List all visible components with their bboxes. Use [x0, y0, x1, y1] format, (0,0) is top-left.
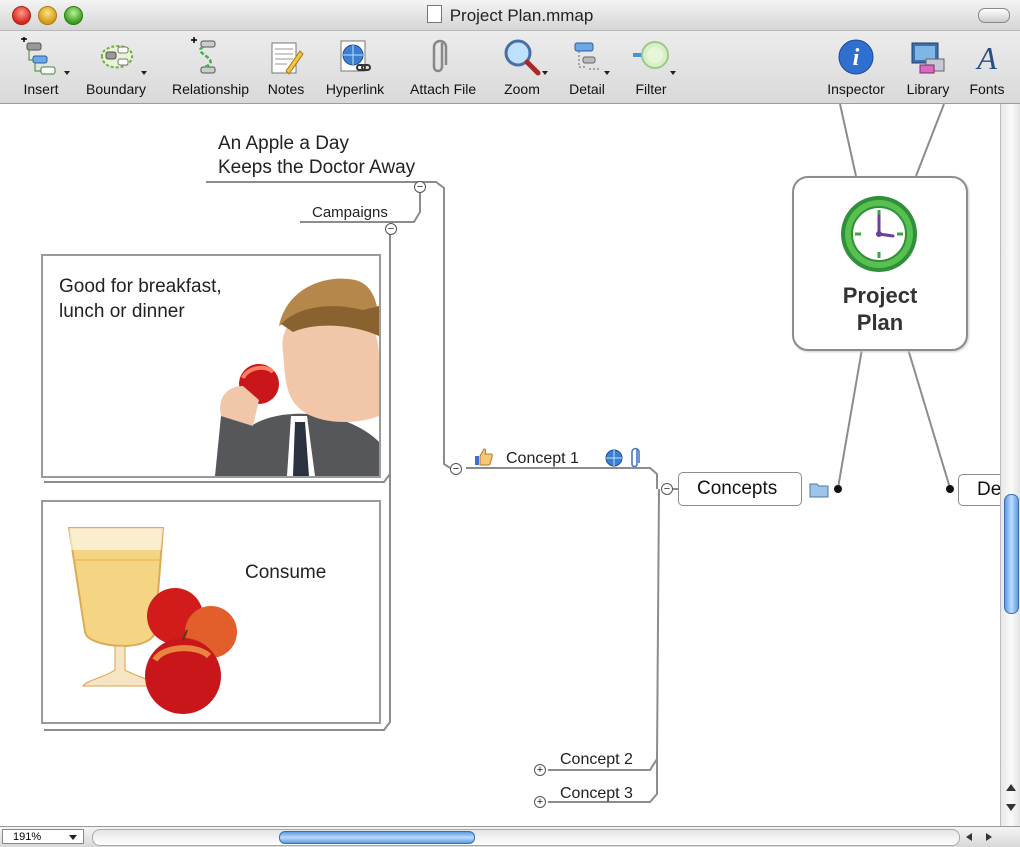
toolbar-toggle-button[interactable]: [978, 8, 1010, 23]
filter-icon: [633, 41, 669, 69]
insert-menu-arrow: [64, 71, 70, 75]
filter-menu-arrow: [670, 71, 676, 75]
concepts-connector-dot: [834, 485, 842, 493]
fonts-icon: A: [975, 40, 997, 76]
concepts-collapse-button[interactable]: −: [661, 483, 673, 495]
topic-partial[interactable]: De: [958, 474, 1000, 506]
hyperlink-button[interactable]: Hyperlink: [326, 31, 384, 103]
insert-topic-icon: [21, 37, 56, 75]
detail-button[interactable]: Detail: [566, 31, 610, 103]
boundary-button[interactable]: Boundary: [86, 31, 147, 103]
horizontal-scroll-thumb[interactable]: [279, 831, 475, 844]
clock-icon: [841, 196, 917, 272]
window-title: Project Plan.mmap: [0, 5, 1020, 26]
boundary-menu-arrow: [141, 71, 147, 75]
fonts-button[interactable]: A Fonts: [968, 31, 1006, 103]
concept1-collapse-button[interactable]: −: [450, 463, 462, 475]
notes-icon: [271, 42, 304, 75]
boy-eating-apple-picture: [215, 278, 379, 476]
document-icon: [426, 5, 442, 23]
boundary-icon: [101, 45, 133, 69]
campaigns-collapse-button[interactable]: −: [385, 223, 397, 235]
filter-button[interactable]: Filter: [630, 31, 676, 103]
topic-breakfast-image[interactable]: Good for breakfast, lunch or dinner: [41, 254, 381, 478]
topic-consume-image[interactable]: Consume: [41, 500, 381, 724]
info-icon: i: [838, 39, 874, 75]
scroll-left-arrow[interactable]: [966, 833, 972, 841]
relationship-button[interactable]: Relationship: [172, 31, 249, 103]
scroll-right-arrow[interactable]: [986, 833, 992, 841]
scroll-down-arrow[interactable]: [1006, 804, 1016, 811]
attachment-icon: [631, 447, 640, 468]
globe-link-icon: [605, 449, 623, 467]
thumbs-up-icon: [475, 448, 493, 466]
detail-icon: [574, 42, 599, 70]
partial-connector-dot: [946, 485, 954, 493]
detail-menu-arrow: [604, 71, 610, 75]
consume-caption: Consume: [245, 562, 327, 583]
topic-concepts[interactable]: Concepts: [678, 472, 802, 506]
zoom-button[interactable]: Zoom: [500, 31, 548, 103]
scroll-up-arrow[interactable]: [1006, 784, 1016, 791]
magnifier-icon: [504, 39, 541, 76]
folder-icon: [809, 483, 829, 498]
paperclip-icon: [432, 39, 448, 73]
central-topic-label: Project Plan: [842, 283, 918, 335]
hyperlink-icon: [340, 40, 371, 72]
topic-slogan[interactable]: An Apple a Day Keeps the Doctor Away: [218, 132, 415, 180]
zoom-level-select[interactable]: 191%: [2, 829, 84, 844]
map-canvas[interactable]: Project Plan Concepts − De − Concept 1 +…: [0, 104, 1000, 826]
topic-concept-1[interactable]: Concept 1: [506, 450, 579, 468]
toolbar: Insert Boundary Relationship Notes Hyper…: [0, 31, 1020, 104]
inspector-button[interactable]: i Inspector: [827, 31, 885, 103]
horizontal-scrollbar[interactable]: [92, 829, 960, 846]
svg-text:A: A: [975, 40, 997, 76]
juice-and-apples-picture: [67, 527, 237, 714]
concept2-expand-button[interactable]: +: [534, 764, 546, 776]
breakfast-caption: Good for breakfast, lunch or dinner: [59, 276, 222, 322]
title-bar: Project Plan.mmap: [0, 0, 1020, 31]
slogan-collapse-button[interactable]: −: [414, 181, 426, 193]
notes-button[interactable]: Notes: [264, 31, 308, 103]
svg-text:i: i: [853, 45, 860, 71]
insert-button[interactable]: Insert: [20, 31, 70, 103]
central-topic[interactable]: Project Plan: [792, 176, 968, 351]
library-button[interactable]: Library: [906, 31, 950, 103]
concept3-expand-button[interactable]: +: [534, 796, 546, 808]
relationship-icon: [191, 37, 216, 74]
zoom-menu-arrow: [542, 71, 548, 75]
vertical-scroll-thumb[interactable]: [1004, 494, 1019, 614]
vertical-scrollbar[interactable]: [1000, 104, 1020, 826]
status-bar: 191%: [0, 826, 1020, 847]
topic-concept-3[interactable]: Concept 3: [560, 785, 633, 803]
topic-concept-2[interactable]: Concept 2: [560, 751, 633, 769]
chevron-down-icon: [69, 835, 77, 840]
library-icon: [911, 42, 945, 74]
attach-file-button[interactable]: Attach File: [410, 31, 476, 103]
topic-campaigns[interactable]: Campaigns: [312, 204, 388, 221]
